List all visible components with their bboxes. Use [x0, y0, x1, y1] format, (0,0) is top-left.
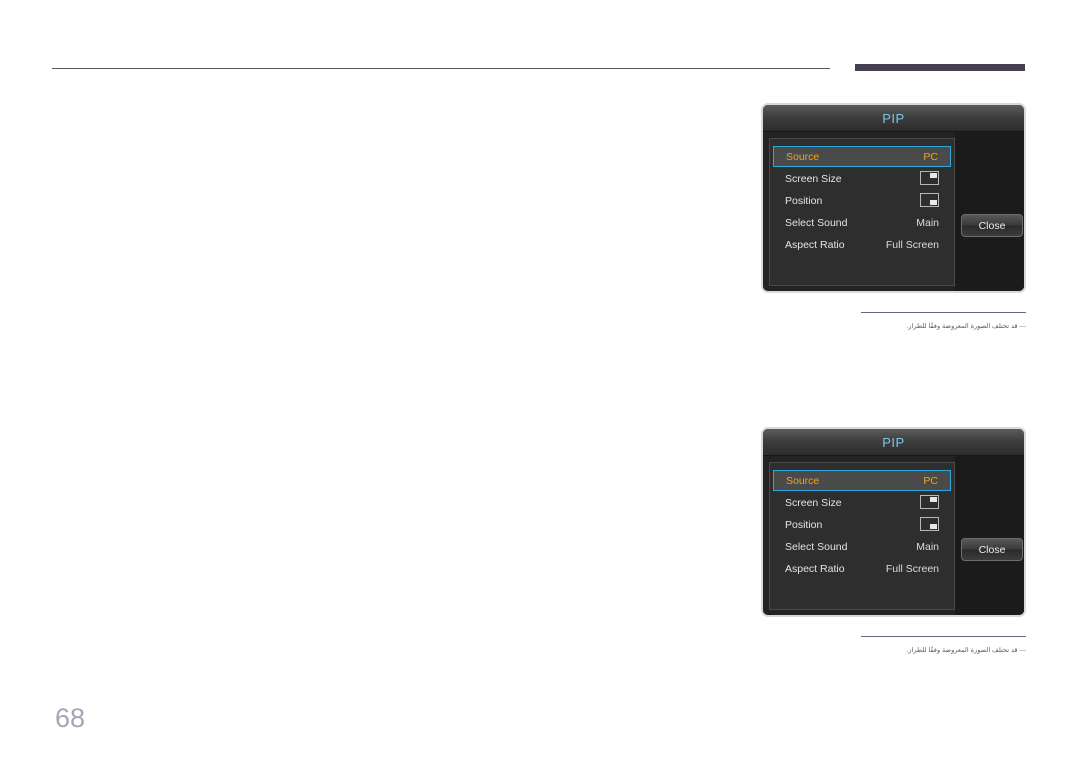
osd-row-value	[920, 170, 939, 188]
osd-row-value	[920, 494, 939, 512]
osd-row-position[interactable]: Position	[773, 191, 951, 211]
osd-row-label: Aspect Ratio	[785, 563, 845, 575]
pip-position-icon	[920, 192, 939, 207]
caption-rule	[861, 312, 1026, 313]
osd-row-label: Select Sound	[785, 217, 848, 229]
osd-row-aspect-ratio[interactable]: Aspect Ratio Full Screen	[773, 559, 951, 579]
osd-row-value: Main	[916, 541, 939, 553]
osd-body: Source PC Screen Size Position Select So…	[763, 456, 1024, 615]
osd-panel-pip-landscape: PIP Source PC Screen Size Position Selec…	[761, 103, 1026, 293]
caption-dash-icon: ―	[1017, 323, 1026, 330]
close-button[interactable]: Close	[961, 538, 1023, 561]
caption-dash-icon: ―	[1017, 647, 1026, 654]
header-rule	[52, 68, 830, 69]
osd-row-value: PC	[923, 474, 938, 487]
osd-row-label: Screen Size	[785, 173, 842, 185]
osd-row-aspect-ratio[interactable]: Aspect Ratio Full Screen	[773, 235, 951, 255]
osd-row-value: Full Screen	[885, 239, 939, 251]
osd-row-select-sound[interactable]: Select Sound Main	[773, 213, 951, 233]
osd-menu-list: Source PC Screen Size Position Select So…	[769, 138, 955, 286]
osd-row-screen-size[interactable]: Screen Size	[773, 169, 951, 189]
pip-size-icon	[920, 494, 939, 509]
osd-row-position[interactable]: Position	[773, 515, 951, 535]
osd-row-value: Main	[916, 217, 939, 229]
osd-row-value: PC	[923, 150, 938, 163]
osd-row-label: Aspect Ratio	[785, 239, 845, 251]
osd-titlebar: PIP	[763, 105, 1024, 132]
osd-caption-landscape: ― قد تختلف الصورة المعروضة وفقًا للطراز.	[861, 312, 1026, 331]
osd-panel-pip-portrait: PIP Source PC Screen Size Position Selec…	[761, 427, 1026, 617]
caption-text: ― قد تختلف الصورة المعروضة وفقًا للطراز.	[861, 322, 1026, 331]
close-button[interactable]: Close	[961, 214, 1023, 237]
osd-title: PIP	[882, 434, 905, 450]
osd-row-label: Select Sound	[785, 541, 848, 553]
caption-text: ― قد تختلف الصورة المعروضة وفقًا للطراز.	[861, 646, 1026, 655]
osd-row-value	[920, 192, 939, 210]
osd-title: PIP	[882, 110, 905, 126]
osd-row-label: Position	[785, 519, 823, 531]
osd-row-screen-size[interactable]: Screen Size	[773, 493, 951, 513]
caption-rule	[861, 636, 1026, 637]
osd-row-source[interactable]: Source PC	[773, 146, 951, 167]
page-number: 68	[55, 703, 86, 733]
osd-row-label: Screen Size	[785, 497, 842, 509]
header-accent-bar	[855, 64, 1025, 71]
osd-body: Source PC Screen Size Position Select So…	[763, 132, 1024, 291]
osd-row-label: Position	[785, 195, 823, 207]
osd-row-label: Source	[786, 474, 820, 487]
osd-row-value: Full Screen	[885, 563, 939, 575]
osd-menu-list: Source PC Screen Size Position Select So…	[769, 462, 955, 610]
osd-side-panel: Close	[955, 456, 1024, 615]
osd-caption-portrait: ― قد تختلف الصورة المعروضة وفقًا للطراز.	[861, 636, 1026, 655]
osd-titlebar: PIP	[763, 429, 1024, 456]
osd-row-select-sound[interactable]: Select Sound Main	[773, 537, 951, 557]
page-root: { "page": { "number": "68", "colors": { …	[0, 0, 1080, 763]
osd-side-panel: Close	[955, 132, 1024, 291]
pip-position-icon	[920, 516, 939, 531]
osd-row-value	[920, 516, 939, 534]
caption-body: قد تختلف الصورة المعروضة وفقًا للطراز.	[906, 647, 1018, 654]
osd-row-label: Source	[786, 150, 820, 163]
osd-row-source[interactable]: Source PC	[773, 470, 951, 491]
caption-body: قد تختلف الصورة المعروضة وفقًا للطراز.	[906, 323, 1018, 330]
pip-size-icon	[920, 170, 939, 185]
